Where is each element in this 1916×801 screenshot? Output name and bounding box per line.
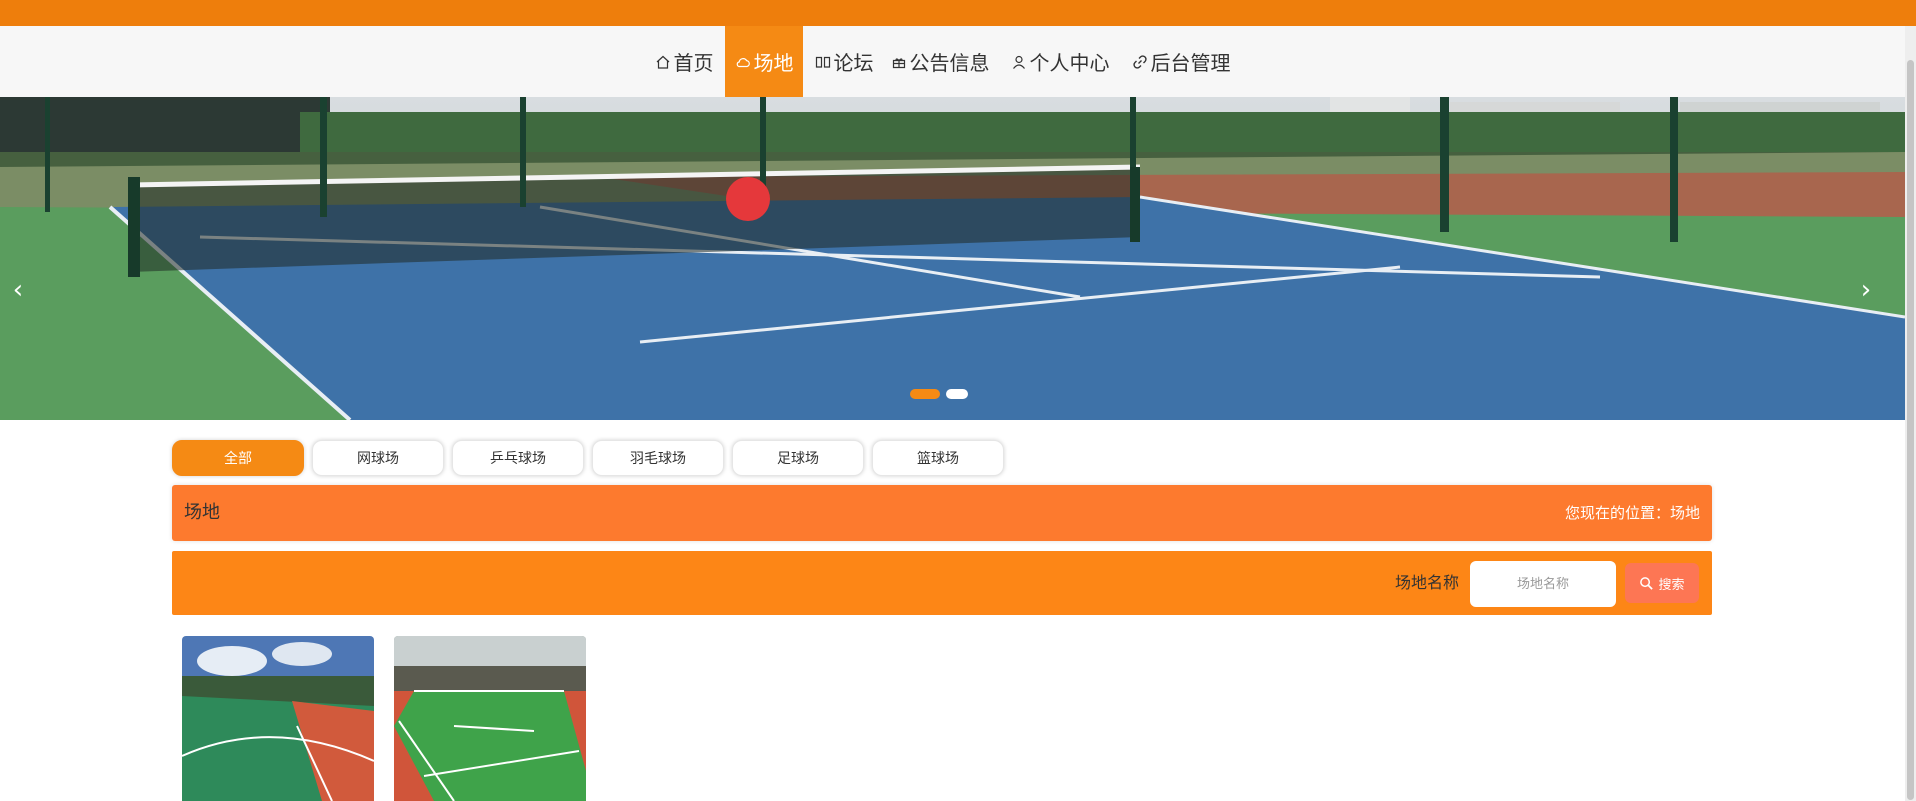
gift-icon bbox=[892, 57, 905, 68]
search-button[interactable]: 搜索 bbox=[1625, 563, 1699, 603]
section-title: 场地 bbox=[184, 502, 220, 523]
category-tab-basketball[interactable]: 篮球场 bbox=[872, 440, 1004, 476]
link-icon bbox=[1132, 54, 1147, 69]
category-tab-table-tennis[interactable]: 乒乓球场 bbox=[452, 440, 584, 476]
category-tab-football[interactable]: 足球场 bbox=[732, 440, 864, 476]
search-label: 场地名称 bbox=[1395, 573, 1460, 592]
nav-item-forum[interactable]: 论坛 bbox=[810, 26, 878, 97]
chevron-left-icon: ‹ bbox=[12, 275, 24, 305]
prev-slide-button[interactable]: ‹ bbox=[0, 272, 36, 308]
search-bar: 场地名称 搜索 bbox=[172, 551, 1712, 615]
scrollbar-thumb[interactable] bbox=[1907, 60, 1914, 800]
search-icon bbox=[1640, 576, 1654, 590]
banner-image bbox=[0, 97, 1905, 420]
search-input[interactable] bbox=[1470, 561, 1616, 607]
book-icon bbox=[815, 56, 830, 68]
nav-item-admin-label: 后台管理 bbox=[1150, 51, 1231, 75]
category-tab-all[interactable]: 全部 bbox=[172, 440, 304, 476]
category-tab-badminton[interactable]: 羽毛球场 bbox=[592, 440, 724, 476]
carousel-indicators bbox=[910, 389, 968, 399]
section-header: 场地 您现在的位置：场地 bbox=[172, 485, 1712, 541]
next-slide-button[interactable]: › bbox=[1848, 272, 1884, 308]
nav-item-notice-label: 公告信息 bbox=[909, 51, 990, 75]
venue-thumbnail bbox=[394, 636, 586, 801]
venue-card[interactable] bbox=[182, 636, 374, 801]
carousel-dot-1[interactable] bbox=[910, 389, 940, 399]
nav-item-forum-label: 论坛 bbox=[833, 51, 874, 75]
category-tab-tennis[interactable]: 网球场 bbox=[312, 440, 444, 476]
search-button-label: 搜索 bbox=[1658, 577, 1685, 593]
user-icon bbox=[1012, 55, 1025, 69]
carousel-dot-2[interactable] bbox=[946, 389, 968, 399]
nav-item-admin[interactable]: 后台管理 bbox=[1128, 26, 1234, 97]
top-accent-bar bbox=[0, 0, 1916, 26]
chevron-right-icon: › bbox=[1860, 275, 1872, 305]
nav-item-notice[interactable]: 公告信息 bbox=[888, 26, 992, 97]
cloud-icon bbox=[736, 57, 750, 67]
nav-item-profile-label: 个人中心 bbox=[1029, 51, 1110, 75]
category-tabs: 全部 网球场 乒乓球场 羽毛球场 足球场 篮球场 bbox=[172, 440, 1004, 476]
main-navigation: 首页 场地 论坛 公告信息 个人中心 后台管理 bbox=[0, 26, 1905, 97]
banner-carousel[interactable]: ‹ › bbox=[0, 97, 1905, 420]
breadcrumb: 您现在的位置：场地 bbox=[1564, 504, 1700, 522]
home-icon bbox=[656, 55, 669, 69]
nav-item-venue[interactable]: 场地 bbox=[725, 26, 803, 97]
nav-item-profile[interactable]: 个人中心 bbox=[1008, 26, 1112, 97]
venue-thumbnail bbox=[182, 636, 374, 801]
venue-card[interactable] bbox=[394, 636, 586, 801]
nav-item-home-label: 首页 bbox=[673, 51, 714, 75]
nav-item-venue-label: 场地 bbox=[753, 51, 794, 75]
nav-item-home[interactable]: 首页 bbox=[650, 26, 718, 97]
